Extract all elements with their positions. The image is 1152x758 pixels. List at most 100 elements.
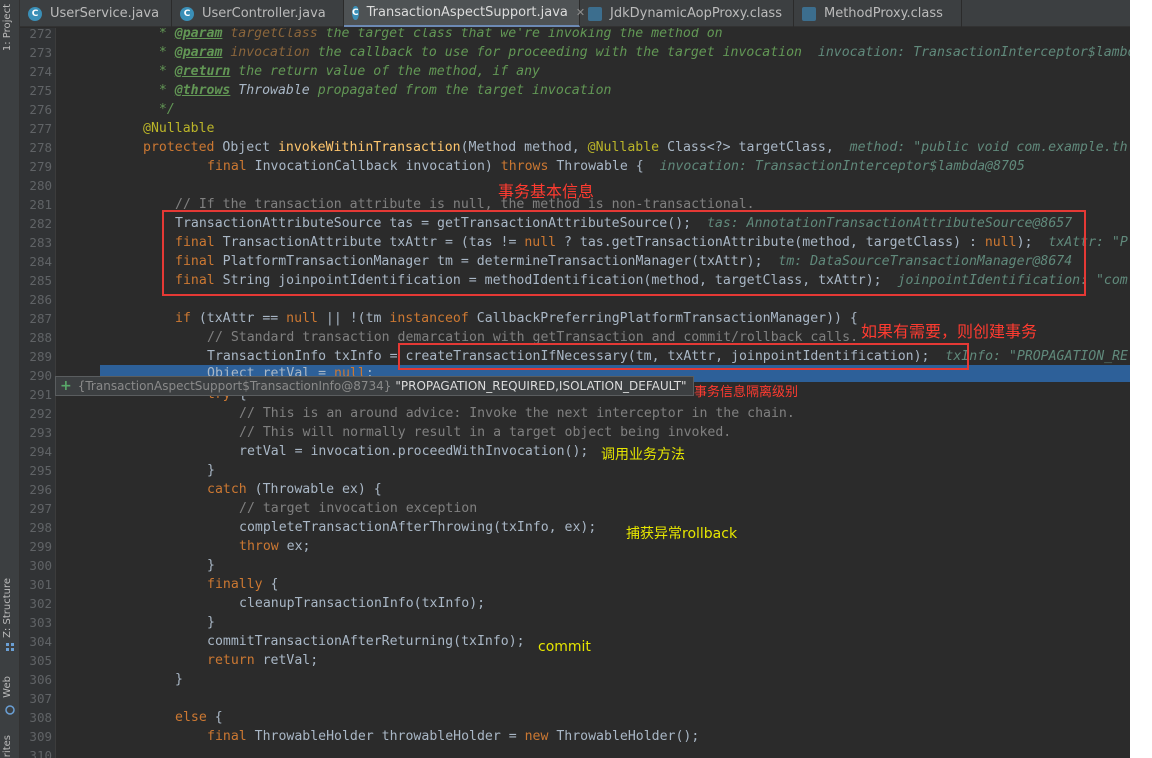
tool-window-strip: 1: Project Z: Structure Web rites — [0, 0, 20, 758]
line-number[interactable]: 298 — [20, 518, 52, 537]
code-line-278: protected Object invokeWithinTransaction… — [143, 140, 1128, 155]
tab-userservice[interactable]: C UserService.java — [20, 0, 172, 27]
line-number[interactable]: 284 — [20, 252, 52, 271]
tab-usercontroller[interactable]: C UserController.java — [172, 0, 344, 27]
line-number[interactable]: 310 — [20, 746, 52, 758]
structure-tool-tab[interactable]: Z: Structure — [2, 578, 18, 638]
line-number[interactable]: 308 — [20, 708, 52, 727]
line-number[interactable]: 272 — [20, 24, 52, 43]
line-number[interactable]: 281 — [20, 195, 52, 214]
tab-label: MethodProxy.class — [824, 6, 943, 21]
line-number[interactable]: 278 — [20, 138, 52, 157]
tab-label: UserService.java — [50, 6, 160, 21]
code-line-294: retVal = invocation.proceedWithInvocatio… — [239, 444, 589, 459]
annotation-isolation-level: 事务信息隔离级别 — [694, 385, 799, 400]
line-number[interactable]: 292 — [20, 404, 52, 423]
tooltip-value: "PROPAGATION_REQUIRED,ISOLATION_DEFAULT" — [395, 379, 687, 393]
java-class-icon: C — [352, 5, 359, 20]
line-number[interactable]: 307 — [20, 689, 52, 708]
code-line-296: catch (Throwable ex) { — [207, 482, 382, 497]
code-line-308: else { — [175, 710, 223, 725]
java-class-icon: C — [180, 6, 194, 21]
line-number[interactable]: 290 — [20, 366, 52, 385]
code-line-305: return retVal; — [207, 653, 319, 668]
code-line-275: * @throws Throwable propagated from the … — [143, 83, 612, 98]
code-line-295: } — [207, 463, 215, 478]
code-line-287: if (txAttr == null || !(tm instanceof Ca… — [175, 311, 858, 326]
code-line-301: finally { — [207, 577, 279, 592]
tab-transactionaspectsupport[interactable]: C TransactionAspectSupport.java ✕ — [344, 0, 585, 27]
line-number[interactable]: 279 — [20, 157, 52, 176]
tab-label: JdkDynamicAopProxy.class — [610, 6, 782, 21]
line-number[interactable]: 286 — [20, 290, 52, 309]
code-line-298: completeTransactionAfterThrowing(txInfo,… — [239, 520, 597, 535]
line-number[interactable]: 291 — [20, 385, 52, 404]
line-number[interactable]: 285 — [20, 271, 52, 290]
tab-jdkdynamicaopproxy[interactable]: JdkDynamicAopProxy.class — [580, 0, 794, 27]
code-line-272: * @param targetClass the target class th… — [143, 28, 723, 41]
line-number[interactable]: 276 — [20, 100, 52, 119]
editor-tab-bar: C UserService.java C UserController.java… — [20, 0, 1130, 27]
favorites-tool-tab[interactable]: rites — [2, 735, 18, 757]
debug-value-tooltip[interactable]: + {TransactionAspectSupport$TransactionI… — [55, 376, 694, 396]
tab-label: TransactionAspectSupport.java — [366, 5, 568, 20]
code-line-276: */ — [143, 102, 175, 117]
line-number[interactable]: 288 — [20, 328, 52, 347]
line-number[interactable]: 274 — [20, 62, 52, 81]
tab-methodproxy[interactable]: MethodProxy.class — [794, 0, 962, 27]
line-number[interactable]: 301 — [20, 575, 52, 594]
line-number[interactable]: 297 — [20, 499, 52, 518]
line-number[interactable]: 275 — [20, 81, 52, 100]
line-number[interactable]: 295 — [20, 461, 52, 480]
line-number[interactable]: 309 — [20, 727, 52, 746]
annotation-basic-info: 事务基本信息 — [498, 182, 595, 201]
line-number[interactable]: 282 — [20, 214, 52, 233]
line-number[interactable]: 289 — [20, 347, 52, 366]
line-number[interactable]: 305 — [20, 651, 52, 670]
project-tool-tab[interactable]: 1: Project — [2, 4, 18, 51]
code-line-273: * @param invocation the callback to use … — [143, 45, 1130, 60]
code-line-292: // This is an around advice: Invoke the … — [239, 406, 795, 421]
line-number[interactable]: 280 — [20, 176, 52, 195]
line-number[interactable]: 293 — [20, 423, 52, 442]
class-file-icon — [802, 6, 816, 21]
web-tool-tab[interactable]: Web — [2, 676, 18, 698]
right-margin — [1130, 0, 1152, 758]
code-line-277: @Nullable — [143, 121, 215, 136]
annotation-create-if-needed: 如果有需要，则创建事务 — [861, 322, 1038, 341]
tab-label: UserController.java — [202, 6, 326, 21]
annotation-invoke-business: 调用业务方法 — [601, 447, 685, 463]
line-number[interactable]: 283 — [20, 233, 52, 252]
line-number[interactable]: 303 — [20, 613, 52, 632]
line-number[interactable]: 306 — [20, 670, 52, 689]
annotation-commit: commit — [538, 639, 591, 655]
line-number[interactable]: 300 — [20, 556, 52, 575]
code-line-303: } — [207, 615, 215, 630]
code-line-309: final ThrowableHolder throwableHolder = … — [207, 729, 700, 744]
line-number[interactable]: 277 — [20, 119, 52, 138]
annotation-catch-rollback: 捕获异常rollback — [626, 526, 738, 542]
code-line-279: final InvocationCallback invocation) thr… — [207, 159, 1025, 174]
line-number[interactable]: 273 — [20, 43, 52, 62]
code-line-299: throw ex; — [239, 539, 311, 554]
line-number[interactable]: 287 — [20, 309, 52, 328]
highlight-box-basic-info — [162, 210, 1086, 296]
java-class-icon: C — [28, 6, 42, 21]
line-number[interactable]: 296 — [20, 480, 52, 499]
code-line-300: } — [207, 558, 215, 573]
line-number[interactable]: 299 — [20, 537, 52, 556]
expand-icon[interactable]: + — [60, 377, 72, 395]
code-line-306: } — [175, 672, 183, 687]
tooltip-type: {TransactionAspectSupport$TransactionInf… — [77, 379, 392, 393]
structure-icon — [6, 643, 14, 651]
line-number-gutter: 272 273 274 275 276 277 278 279 280 281 282 283 284 2… — [20, 26, 56, 758]
line-number[interactable]: 302 — [20, 594, 52, 613]
line-number[interactable]: 294 — [20, 442, 52, 461]
highlight-box-create-transaction — [398, 343, 969, 370]
code-line-304: commitTransactionAfterReturning(txInfo); — [207, 634, 525, 649]
code-line-297: // target invocation exception — [239, 501, 478, 516]
code-line-302: cleanupTransactionInfo(txInfo); — [239, 596, 486, 611]
class-file-icon — [588, 6, 602, 21]
web-icon — [5, 705, 15, 715]
line-number[interactable]: 304 — [20, 632, 52, 651]
